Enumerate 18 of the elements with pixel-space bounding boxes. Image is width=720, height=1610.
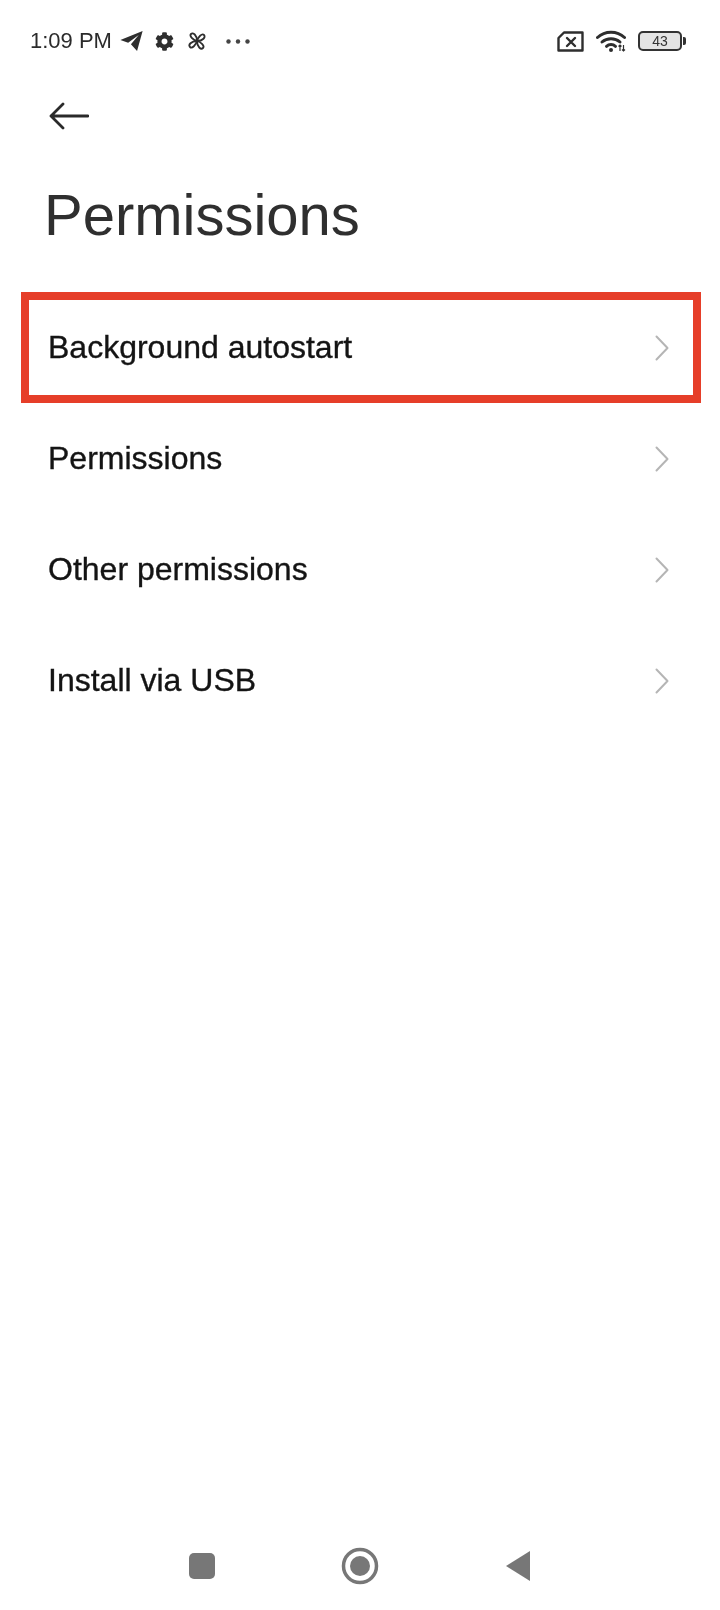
chevron-right-icon: [655, 445, 669, 472]
more-dots-icon: [225, 38, 250, 44]
paper-plane-icon: [119, 31, 143, 51]
sim-card-x-icon: [557, 30, 584, 52]
list-item[interactable]: Background autostart: [21, 292, 701, 403]
chevron-right-icon: [655, 556, 669, 583]
chevron-right-icon: [655, 334, 669, 361]
wifi-icon: [596, 30, 626, 52]
home-icon[interactable]: [341, 1547, 379, 1585]
back-triangle-icon[interactable]: [506, 1551, 530, 1581]
pinwheel-icon: [185, 30, 208, 52]
chevron-right-icon: [655, 667, 669, 694]
recent-apps-button[interactable]: [189, 1553, 215, 1579]
status-time: 1:09 PM: [30, 28, 112, 54]
back-arrow-icon: [48, 102, 89, 130]
gear-icon: [154, 31, 174, 51]
battery-percent: 43: [652, 34, 668, 48]
page-title: Permissions: [44, 181, 360, 249]
